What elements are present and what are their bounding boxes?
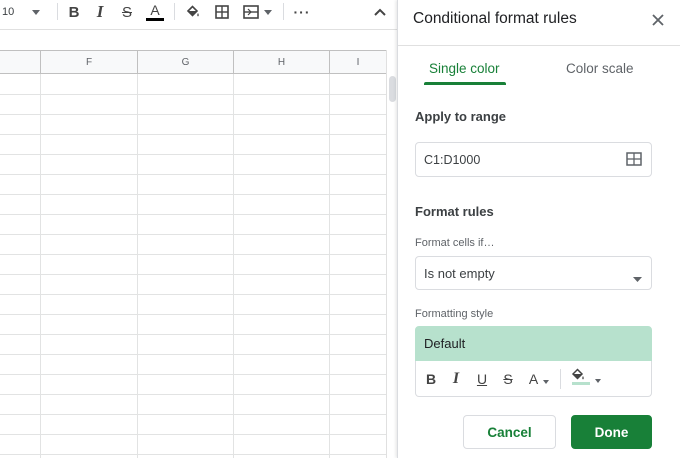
close-icon (652, 14, 664, 26)
collapse-toolbar-button[interactable] (370, 0, 390, 24)
text-color-letter: A (528, 371, 539, 387)
row-gridline (0, 334, 386, 335)
row-gridline (0, 414, 386, 415)
formatting-style-label: Formatting style (415, 308, 494, 320)
row-gridline (0, 374, 386, 375)
active-tab-indicator (424, 82, 506, 85)
row-gridline (0, 134, 386, 135)
column-label: F (85, 56, 93, 68)
tab-color-scale[interactable]: Color scale (566, 61, 634, 76)
row-gridline (0, 114, 386, 115)
row-gridline (0, 154, 386, 155)
conditional-format-panel: Conditional format rules Single color Co… (397, 0, 680, 458)
fill-color-icon (571, 367, 593, 391)
column-header-i[interactable]: I (330, 50, 386, 74)
column-label: H (277, 56, 286, 68)
font-size-value: 10 (2, 6, 15, 18)
bold-button[interactable]: B (64, 0, 84, 24)
grid-icon (626, 152, 642, 166)
range-input[interactable]: C1:D1000 (415, 142, 652, 177)
style-preview-label: Default (424, 336, 466, 351)
range-value: C1:D1000 (424, 152, 481, 167)
column-gridline (137, 74, 138, 458)
chevron-down-icon (633, 270, 642, 285)
row-gridline (0, 314, 386, 315)
row-gridline (0, 214, 386, 215)
toolbar-divider (57, 3, 58, 20)
formatting-style-preview[interactable]: Default (415, 326, 652, 361)
tab-single-color[interactable]: Single color (429, 61, 500, 76)
sheets-toolbar: 10 B I S A ··· (0, 0, 397, 24)
row-gridline (0, 94, 386, 95)
panel-title: Conditional format rules (413, 10, 577, 27)
toolbar-divider (174, 3, 175, 20)
chevron-down-icon (595, 370, 601, 388)
style-bold-button[interactable]: B (422, 370, 440, 388)
chevron-down-icon (543, 371, 550, 387)
italic-button[interactable]: I (90, 0, 110, 24)
cancel-button[interactable]: Cancel (463, 415, 556, 449)
style-text-color-button[interactable]: A (525, 370, 553, 388)
condition-select[interactable]: Is not empty (415, 256, 652, 290)
column-header-f[interactable]: F (41, 50, 138, 74)
style-fill-color-button[interactable] (568, 367, 604, 391)
close-button[interactable] (650, 12, 666, 28)
chevron-down-icon (32, 9, 41, 15)
apply-to-range-label: Apply to range (415, 109, 507, 124)
column-gridline (233, 74, 234, 458)
borders-button[interactable] (212, 0, 232, 24)
row-gridline (0, 394, 386, 395)
merge-cells-icon (242, 5, 259, 19)
column-label: G (181, 56, 190, 68)
text-color-swatch (146, 18, 164, 21)
condition-value: Is not empty (424, 265, 495, 281)
row-gridline (0, 294, 386, 295)
style-italic-button[interactable]: I (447, 370, 465, 388)
row-gridline (0, 174, 386, 175)
column-gridline (40, 74, 41, 458)
row-gridline (0, 274, 386, 275)
text-color-button[interactable]: A (145, 0, 165, 24)
chevron-down-icon (263, 9, 272, 15)
spreadsheet-grid[interactable]: F G H I (0, 50, 386, 458)
style-toolbar: B I U S A (415, 361, 652, 397)
format-cells-if-label: Format cells if… (415, 237, 495, 249)
style-strikethrough-button[interactable]: S (499, 370, 517, 388)
column-header-partial[interactable] (0, 50, 41, 74)
done-button[interactable]: Done (571, 415, 652, 449)
row-gridline (0, 454, 386, 455)
strikethrough-button[interactable]: S (117, 0, 137, 24)
vertical-scrollbar[interactable] (386, 50, 397, 458)
style-toolbar-divider (560, 369, 561, 389)
more-options-button[interactable]: ··· (292, 0, 312, 24)
toolbar-divider (283, 3, 284, 20)
fill-color-button[interactable] (183, 0, 203, 24)
row-gridline (0, 234, 386, 235)
merge-cells-button[interactable] (240, 0, 274, 24)
column-header-g[interactable]: G (138, 50, 234, 74)
row-gridline (0, 194, 386, 195)
chevron-up-icon (374, 8, 386, 16)
format-rules-label: Format rules (415, 204, 494, 219)
text-color-letter: A (150, 2, 160, 18)
column-header-h[interactable]: H (234, 50, 330, 74)
select-range-button[interactable] (626, 152, 642, 166)
borders-icon (215, 5, 229, 19)
row-gridline (0, 434, 386, 435)
scrollbar-thumb[interactable] (389, 76, 396, 102)
row-gridline (0, 254, 386, 255)
formula-bar[interactable] (0, 29, 397, 45)
fill-color-icon (185, 4, 201, 20)
style-underline-button[interactable]: U (473, 370, 491, 388)
column-gridline (329, 74, 330, 458)
column-label: I (356, 56, 360, 68)
font-size-select[interactable]: 10 (2, 0, 46, 24)
row-gridline (0, 354, 386, 355)
panel-header: Conditional format rules (398, 0, 680, 46)
